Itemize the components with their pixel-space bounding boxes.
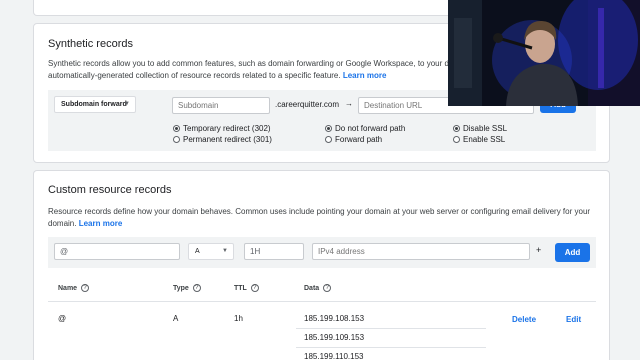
delete-record-button[interactable]: Delete xyxy=(512,315,536,324)
column-type-label: Type xyxy=(173,284,189,292)
record-type-value: A xyxy=(195,248,200,255)
radio-empty-icon xyxy=(453,136,460,143)
header-divider xyxy=(48,301,596,302)
domain-suffix: .careerquitter.com xyxy=(275,100,340,109)
radio-label: Enable SSL xyxy=(463,135,506,144)
chevron-down-icon: ▼ xyxy=(124,101,130,107)
column-header-type: Type? xyxy=(173,284,201,292)
temporary-redirect-radio[interactable]: Temporary redirect (302) xyxy=(173,123,271,134)
radio-selected-icon xyxy=(453,125,460,132)
radio-label: Do not forward path xyxy=(335,124,406,133)
radio-label: Permanent redirect (301) xyxy=(183,135,272,144)
ttl-input[interactable] xyxy=(244,243,304,260)
do-not-forward-path-radio[interactable]: Do not forward path xyxy=(325,123,405,134)
column-ttl-label: TTL xyxy=(234,284,247,292)
custom-learn-more-link[interactable]: Learn more xyxy=(79,219,123,228)
forward-path-radio[interactable]: Forward path xyxy=(325,134,382,145)
record-ttl: 1h xyxy=(234,314,243,323)
custom-records-description: Resource records define how your domain … xyxy=(48,206,598,230)
radio-label: Temporary redirect (302) xyxy=(183,124,271,133)
data-divider xyxy=(296,347,486,348)
record-data-value: 185.199.108.153 xyxy=(304,314,365,323)
custom-add-button[interactable]: Add xyxy=(555,243,590,262)
chevron-down-icon: ▼ xyxy=(222,248,228,254)
record-type: A xyxy=(173,314,179,323)
radio-selected-icon xyxy=(173,125,180,132)
radio-label: Disable SSL xyxy=(463,124,508,133)
data-divider xyxy=(296,328,486,329)
record-data-value: 185.199.109.153 xyxy=(304,333,365,342)
column-name-label: Name xyxy=(58,284,78,292)
record-data-value: 185.199.110.153 xyxy=(304,352,364,360)
synthetic-learn-more-link[interactable]: Learn more xyxy=(343,71,387,80)
disable-ssl-radio[interactable]: Disable SSL xyxy=(453,123,507,134)
custom-resource-records-card: Custom resource records Resource records… xyxy=(33,170,610,360)
synthetic-type-value: Subdomain forward xyxy=(61,101,127,108)
custom-record-form: A ▼ + Add xyxy=(48,237,596,268)
edit-record-button[interactable]: Edit xyxy=(566,315,581,324)
record-name: @ xyxy=(58,314,67,323)
record-type-select[interactable]: A ▼ xyxy=(188,243,234,260)
column-header-name: Name? xyxy=(58,284,90,292)
radio-empty-icon xyxy=(173,136,180,143)
synthetic-records-title: Synthetic records xyxy=(48,38,133,50)
radio-selected-icon xyxy=(325,125,332,132)
help-icon[interactable]: ? xyxy=(192,284,201,292)
subdomain-input[interactable] xyxy=(172,97,270,114)
radio-label: Forward path xyxy=(335,135,383,144)
column-header-ttl: TTL? xyxy=(234,284,259,292)
add-value-plus-icon[interactable]: + xyxy=(536,245,541,255)
synthetic-type-select[interactable]: Subdomain forward ▼ xyxy=(54,96,136,113)
ipv4-address-input[interactable] xyxy=(312,243,530,260)
webcam-overlay xyxy=(448,0,640,106)
arrow-right-icon: → xyxy=(345,99,353,108)
radio-empty-icon xyxy=(325,136,332,143)
enable-ssl-radio[interactable]: Enable SSL xyxy=(453,134,505,145)
column-header-data: Data? xyxy=(304,284,332,292)
help-icon[interactable]: ? xyxy=(250,284,259,292)
webcam-person-image xyxy=(448,0,640,106)
record-name-input[interactable] xyxy=(54,243,180,260)
column-data-label: Data xyxy=(304,284,320,292)
custom-records-title: Custom resource records xyxy=(48,184,172,196)
help-icon[interactable]: ? xyxy=(323,284,332,292)
permanent-redirect-radio[interactable]: Permanent redirect (301) xyxy=(173,134,272,145)
custom-desc-text: Resource records define how your domain … xyxy=(48,207,591,228)
help-icon[interactable]: ? xyxy=(81,284,90,292)
